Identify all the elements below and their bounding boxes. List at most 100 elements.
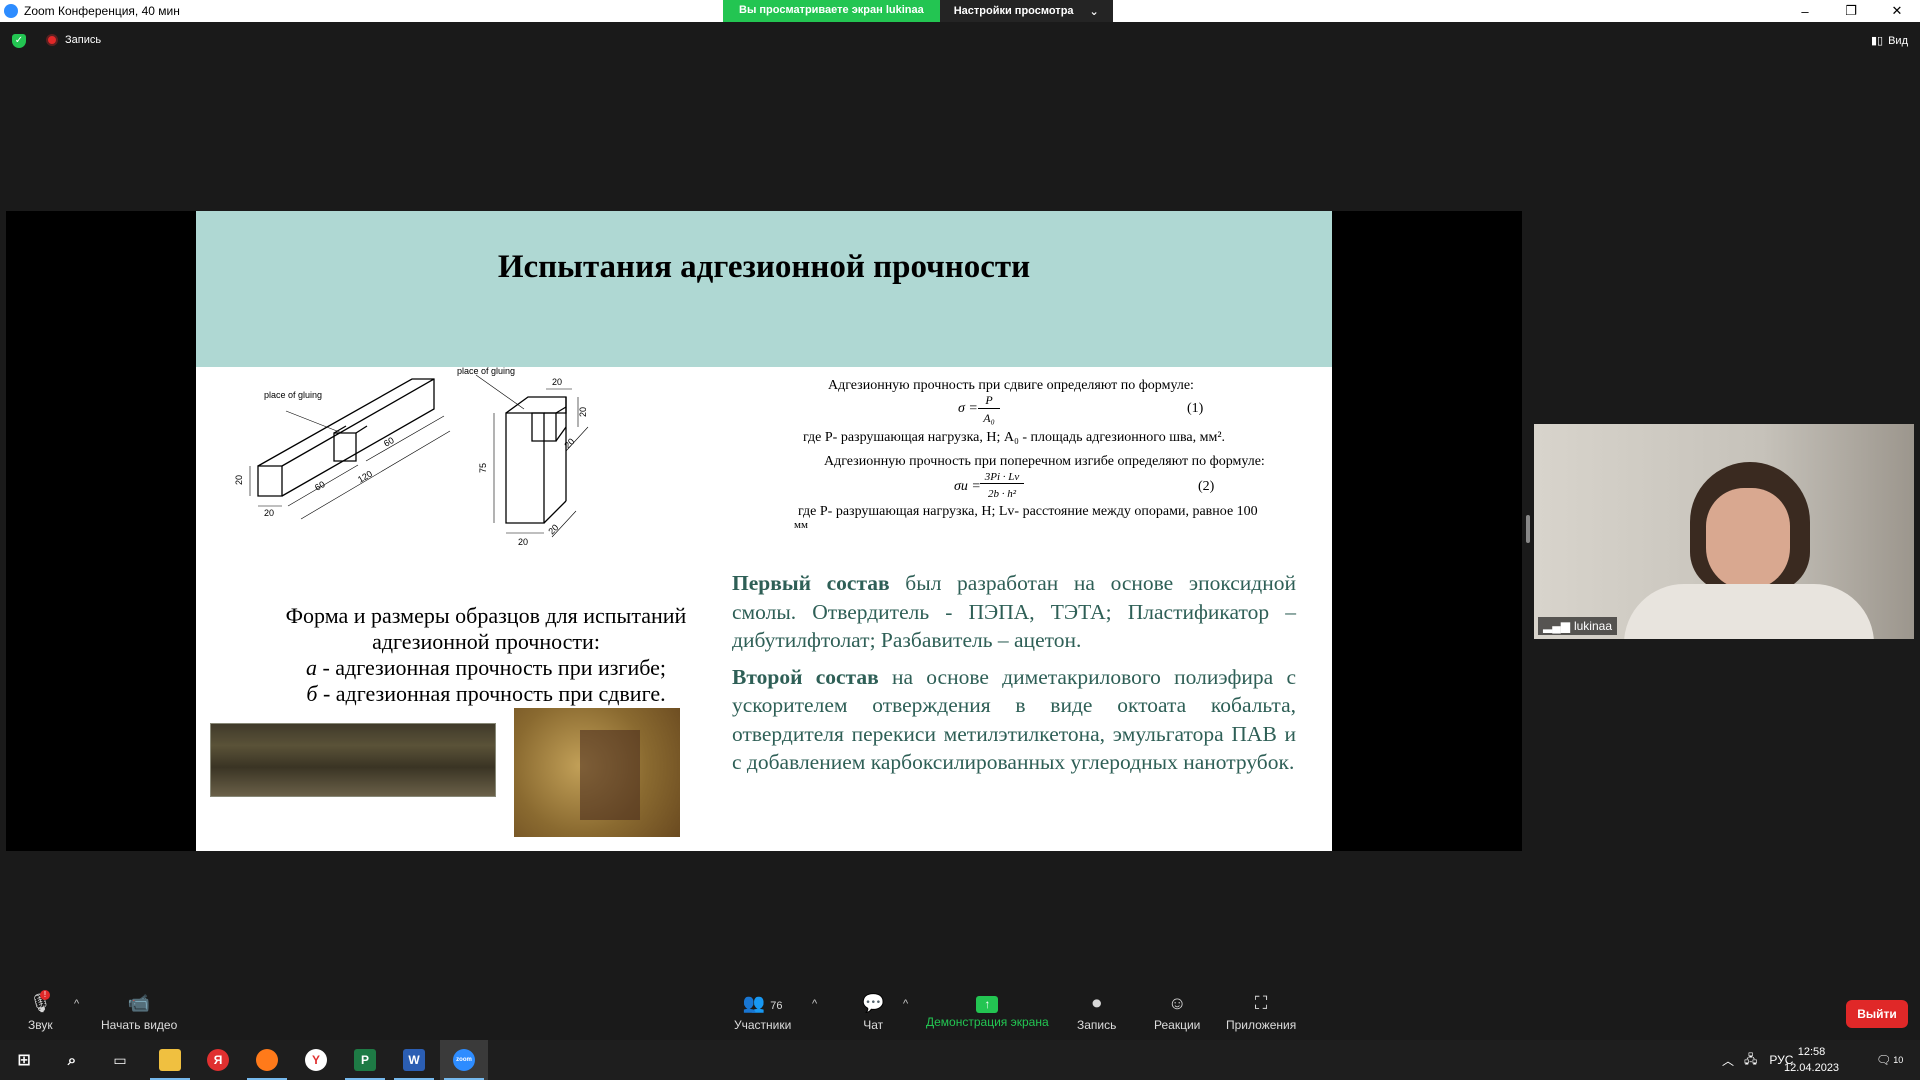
vertical-column [505, 412, 545, 524]
screen-share-banner: Вы просматриваете экран lukinaa Настройк… [723, 0, 1113, 22]
gluing-label-b: place of gluing [457, 366, 515, 376]
chevron-down-icon: ⌄ [1089, 5, 1099, 18]
search-button[interactable]: ⌕ [48, 1040, 96, 1080]
shield-icon[interactable]: ✓ [12, 34, 26, 48]
bending-specimen-photo [210, 723, 496, 797]
grid-view-icon: ▮▯ [1870, 35, 1884, 47]
participant-face [1706, 488, 1790, 590]
start-video-label: Начать видео [101, 1018, 178, 1032]
participants-caret[interactable]: ^ [812, 998, 817, 1010]
shear-specimen-photo [514, 708, 680, 837]
record-icon: ⏺ [1092, 993, 1102, 1013]
record-button[interactable]: ⏺ Запись [1077, 992, 1116, 1032]
tray-up-icon[interactable]: ︿ [1722, 1052, 1734, 1069]
participants-icon: 👥 76 [742, 993, 783, 1013]
meeting-top-bar: ✓ Запись ▮▯ Вид [0, 30, 1920, 54]
explorer-button[interactable] [146, 1040, 194, 1080]
task-view-icon: ▭ [113, 1051, 127, 1068]
caption-line-1: Форма и размеры образцов для испытаний [285, 603, 687, 628]
signal-icon: ▂▄▆ [1543, 619, 1570, 633]
windows-icon: ⊞ [17, 1052, 31, 1069]
participant-video[interactable]: ▂▄▆ lukinaa [1534, 424, 1914, 639]
start-video-button[interactable]: 📹 Начать видео [101, 992, 177, 1032]
chat-caret[interactable]: ^ [903, 998, 908, 1010]
formula-2-unit: мм [794, 519, 808, 531]
firefox-button[interactable] [243, 1040, 291, 1080]
system-tray: ︿ 🖧 РУС [1722, 1040, 1793, 1080]
reactions-button[interactable]: ☺ Реакции [1154, 992, 1200, 1032]
word-button[interactable]: W [390, 1040, 438, 1080]
yandex-browser-icon: Y [305, 1049, 327, 1071]
reactions-label: Реакции [1154, 1018, 1201, 1032]
audio-options-caret[interactable]: ^ [74, 998, 79, 1010]
yandex-browser-button[interactable]: Y [292, 1040, 340, 1080]
participant-name-tag: ▂▄▆ lukinaa [1538, 617, 1617, 635]
apps-label: Приложения [1226, 1018, 1297, 1032]
notifications-button[interactable]: 🗨 10 [1876, 1040, 1903, 1080]
formula-1-lhs: σ = [958, 401, 978, 416]
view-label: Вид [1888, 34, 1908, 47]
window-title: Zoom Конференция, 40 мин [24, 4, 180, 18]
restore-button[interactable]: ❐ [1828, 0, 1874, 22]
participant-name: lukinaa [1573, 619, 1612, 633]
folder-icon [159, 1049, 181, 1071]
viewing-screen-label: Вы просматриваете экран lukinaa [723, 0, 940, 22]
participants-label: Участники [734, 1018, 792, 1032]
project-button[interactable]: P [341, 1040, 389, 1080]
view-button[interactable]: ▮▯ Вид [1870, 34, 1908, 48]
chat-label: Чат [863, 1018, 884, 1032]
formula-1-where: где P- разрушающая нагрузка, Н; A₀ - пло… [803, 430, 1226, 445]
dim-20-g: 20 [562, 436, 576, 450]
reactions-icon: ☺ [1167, 993, 1187, 1013]
audio-button[interactable]: 🎙 ! Звук [28, 990, 53, 1032]
recording-indicator[interactable]: Запись [46, 34, 101, 46]
zoom-icon: zoom [453, 1049, 475, 1071]
composition-2: Второй состав на основе диметакрилового … [732, 664, 1297, 775]
audio-label: Звук [28, 1018, 53, 1032]
composition-text: Первый состав был разработан на основе э… [732, 569, 1296, 785]
record-label: Запись [1077, 1018, 1117, 1032]
dim-20-e: 20 [552, 377, 562, 387]
dim-20-b: 20 [264, 508, 274, 518]
slide-header [196, 211, 1332, 367]
clock[interactable]: 12:58 12.04.2023 [1784, 1044, 1839, 1076]
participants-count: 76 [770, 1000, 783, 1012]
formula-2-numerator: 3Pi · Lv [980, 471, 1024, 484]
share-screen-button[interactable]: ↑ Демонстрация экрана [926, 992, 1049, 1029]
glued-block [333, 432, 357, 462]
clock-time: 12:58 [1797, 1046, 1826, 1058]
formula-2-number: (2) [1198, 479, 1215, 494]
composition-1: Первый состав был разработан на основе э… [732, 571, 1296, 652]
formula-1-denominator: A₀ [983, 411, 995, 425]
zoom-taskbar-button[interactable]: zoom [440, 1040, 488, 1080]
meeting-controls: 🎙 ! Звук ^ 📹 Начать видео 👥 76 Участники… [0, 984, 1920, 1040]
task-view-button[interactable]: ▭ [96, 1040, 144, 1080]
leave-button[interactable]: Выйти [1846, 1000, 1908, 1028]
share-screen-label: Демонстрация экрана [926, 1015, 1049, 1029]
bend-intro: Адгезионную прочность при поперечном изг… [824, 454, 1265, 469]
formula-1-number: (1) [1187, 401, 1204, 416]
audio-alert-badge: ! [40, 990, 50, 1000]
apps-button[interactable]: ⛶ Приложения [1226, 992, 1296, 1032]
view-options-button[interactable]: Настройки просмотра ⌄ [939, 0, 1113, 22]
participant-body [1624, 584, 1874, 639]
zoom-logo-icon [4, 4, 18, 18]
panel-resize-handle[interactable] [1526, 515, 1530, 543]
yandex-button[interactable]: Я [194, 1040, 242, 1080]
chat-button[interactable]: 💬 Чат [862, 992, 884, 1032]
close-button[interactable]: ✕ [1874, 0, 1920, 22]
minimize-button[interactable]: – [1782, 0, 1828, 22]
slide-title: Испытания адгезионной прочности [497, 249, 1031, 285]
start-button[interactable]: ⊞ [0, 1040, 48, 1080]
dim-20-a: 20 [234, 475, 244, 485]
record-dot-icon [46, 34, 58, 46]
window-controls: – ❐ ✕ [1782, 0, 1920, 22]
network-icon[interactable]: 🖧 [1744, 1050, 1757, 1071]
word-icon: W [403, 1049, 425, 1071]
formula-1-numerator: P [978, 393, 1000, 409]
firefox-icon [256, 1049, 278, 1071]
formula-2-lhs: σи = [954, 479, 981, 494]
shared-screen: Испытания адгезионной прочности place of… [6, 211, 1522, 851]
shear-intro: Адгезионную прочность при сдвиге определ… [828, 378, 1194, 393]
participants-button[interactable]: 👥 76 Участники [734, 992, 791, 1032]
